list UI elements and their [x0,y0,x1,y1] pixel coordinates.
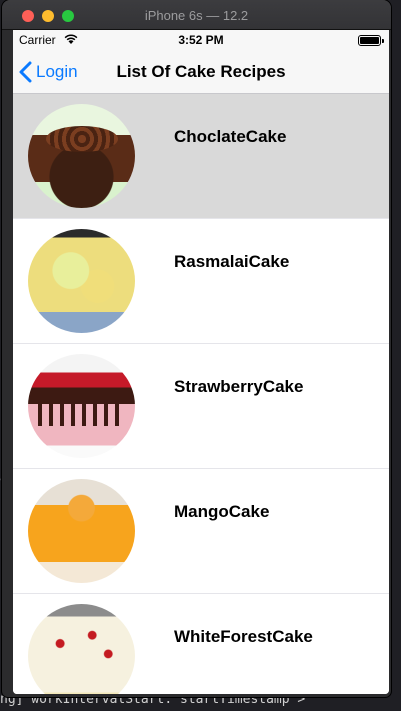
cake-name: StrawberryCake [174,377,304,396]
cake-name: ChoclateCake [174,127,287,146]
clock: 3:52 PM [178,33,224,47]
window-titlebar: iPhone 6s — 12.2 [2,0,391,30]
cake-row[interactable]: MangoCake [13,469,389,594]
cake-name: MangoCake [174,502,270,521]
cake-thumbnail-image [28,229,135,333]
cake-list: ChoclateCake RasmalaiCake StrawberryCake… [13,94,389,694]
cake-name: WhiteForestCake [174,627,313,646]
status-bar: Carrier 3:52 PM [13,30,389,50]
page-title: List Of Cake Recipes [116,62,286,81]
cake-row[interactable]: StrawberryCake [13,344,389,469]
cake-thumbnail-image [28,354,135,458]
cake-row[interactable]: ChoclateCake [13,94,389,219]
cake-thumbnail-image [28,604,135,694]
navigation-bar: Login List Of Cake Recipes [13,50,389,94]
cake-thumbnail-image [28,104,135,208]
window-title: iPhone 6s — 12.2 [144,8,249,23]
simulator-window: iPhone 6s — 12.2 Carrier 3:52 PM Login L… [2,0,391,697]
cake-thumbnail-image [28,479,135,583]
cake-row[interactable]: WhiteForestCake [13,594,389,694]
cake-row[interactable]: RasmalaiCake [13,219,389,344]
device-screen: Carrier 3:52 PM Login List Of Cake Recip… [13,30,389,694]
cake-name: RasmalaiCake [174,252,290,271]
battery-icon [358,35,384,46]
